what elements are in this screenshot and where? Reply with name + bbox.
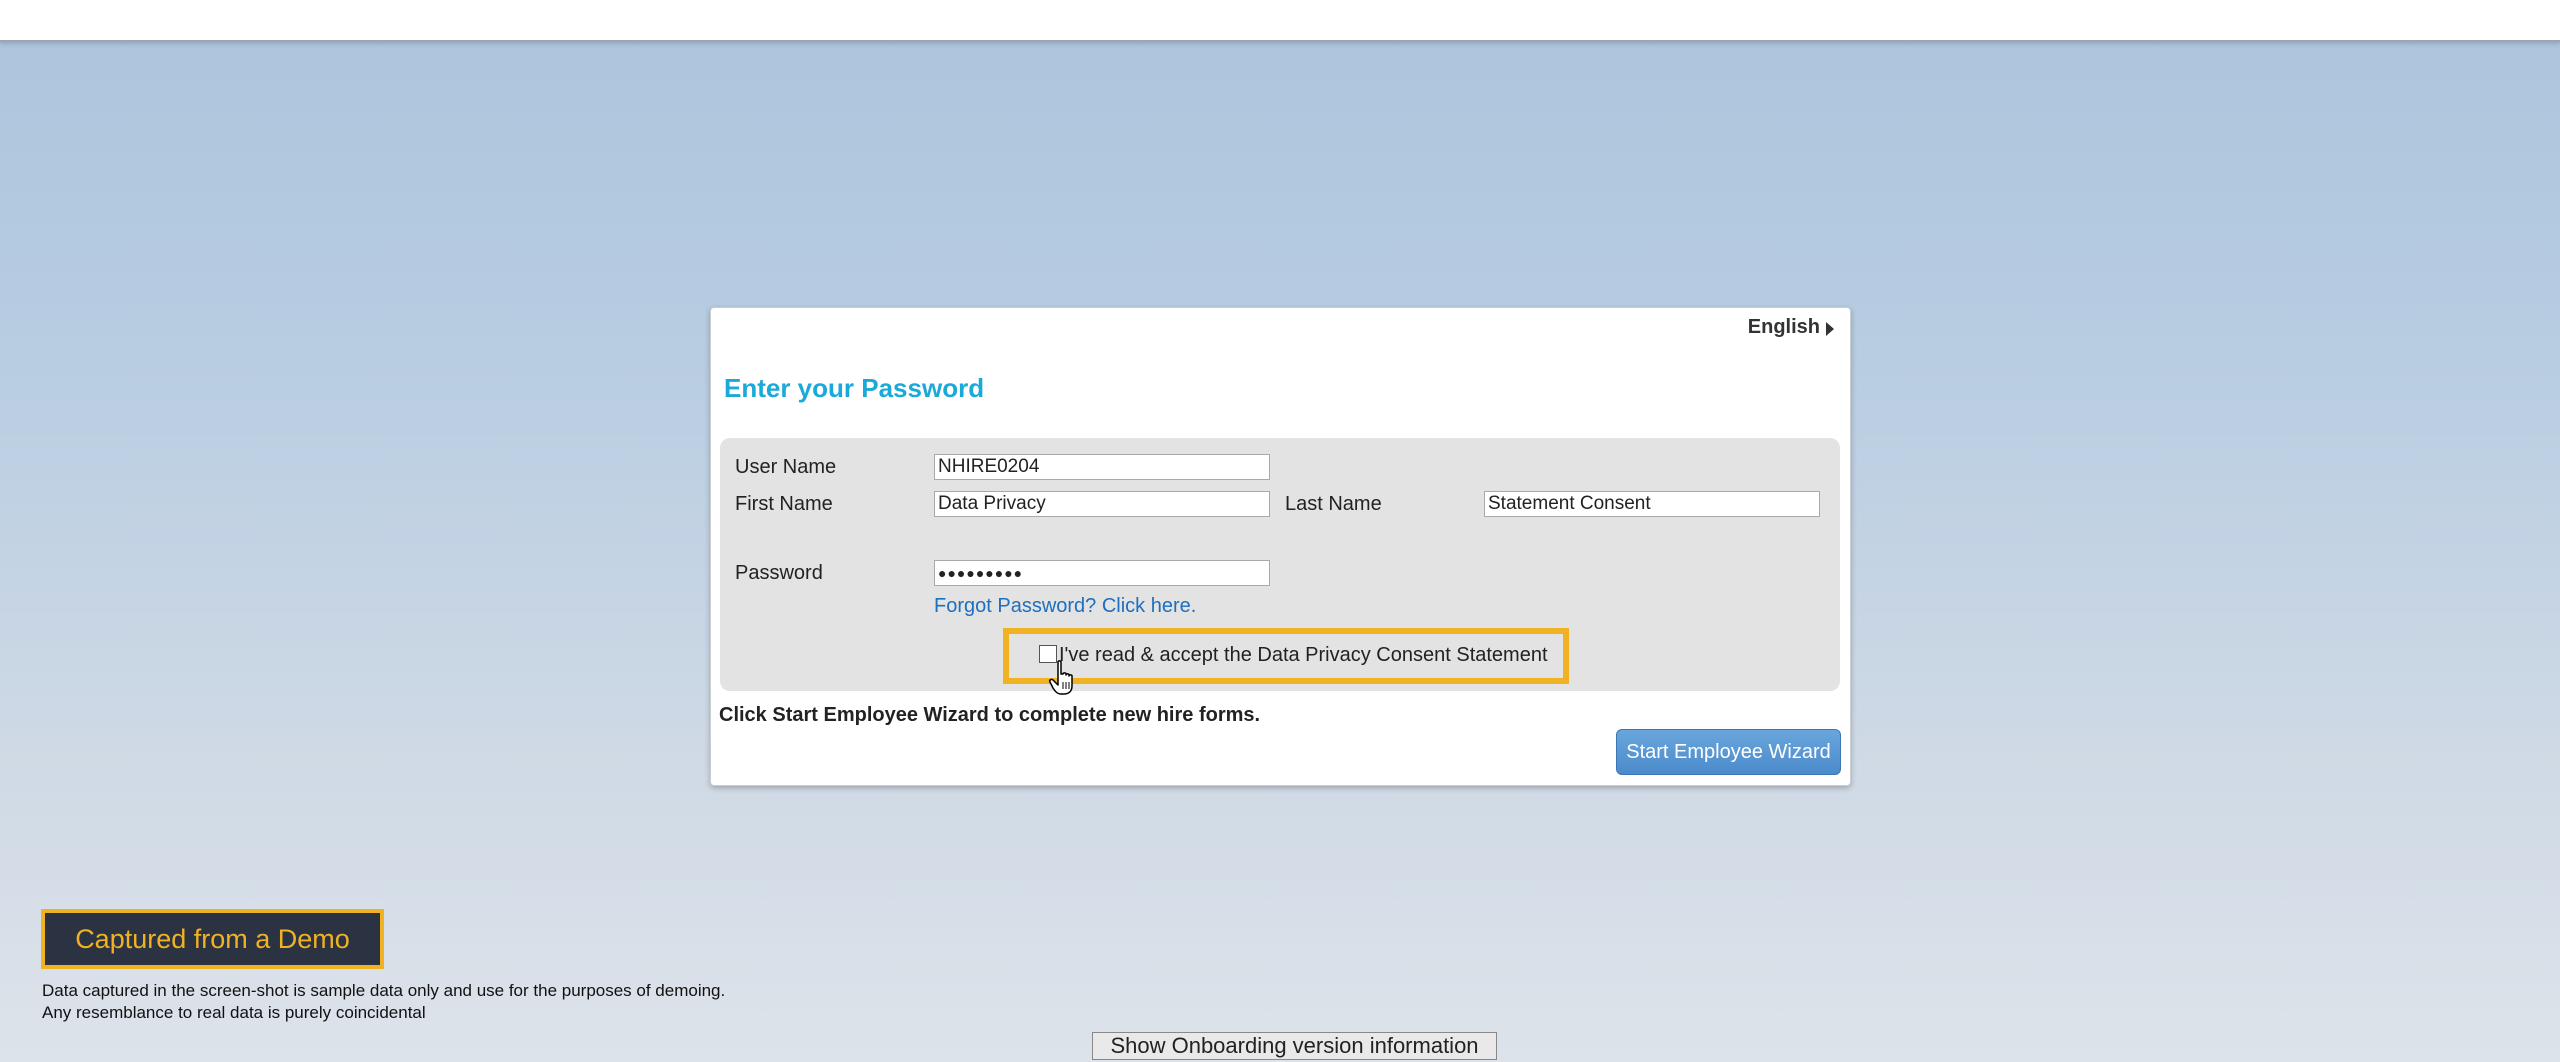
language-selector[interactable]: English bbox=[1748, 316, 1834, 339]
consent-highlight-box: I've read & accept the Data Privacy Cons… bbox=[1003, 628, 1569, 695]
start-employee-wizard-button[interactable]: Start Employee Wizard bbox=[1616, 729, 1841, 775]
disclaimer-line-2: Any resemblance to real data is purely c… bbox=[42, 1003, 426, 1022]
credentials-panel: User Name First Name Last Name Password … bbox=[720, 438, 1840, 695]
login-card: English Enter your Password User Name Fi… bbox=[710, 307, 1851, 786]
hand-pointer-icon bbox=[1049, 660, 1073, 695]
instruction-text: Click Start Employee Wizard to complete … bbox=[719, 704, 1261, 726]
last-name-field[interactable] bbox=[1484, 491, 1820, 517]
last-name-label: Last Name bbox=[1285, 493, 1382, 515]
username-label: User Name bbox=[735, 456, 837, 478]
top-header-bar bbox=[0, 0, 2560, 42]
consent-label[interactable]: I've read & accept the Data Privacy Cons… bbox=[1059, 644, 1548, 667]
first-name-field[interactable] bbox=[934, 491, 1270, 517]
page-title: Enter your Password bbox=[724, 373, 985, 403]
demo-badge: Captured from a Demo bbox=[41, 909, 384, 969]
show-version-info-button[interactable]: Show Onboarding version information bbox=[1092, 1032, 1497, 1060]
language-label: English bbox=[1747, 316, 1820, 338]
password-field[interactable] bbox=[934, 560, 1270, 586]
password-label: Password bbox=[735, 562, 823, 584]
username-field[interactable] bbox=[934, 454, 1270, 480]
disclaimer-line-1: Data captured in the screen-shot is samp… bbox=[42, 981, 726, 1000]
first-name-label: First Name bbox=[735, 493, 833, 515]
forgot-password-link[interactable]: Forgot Password? Click here. bbox=[934, 595, 1196, 618]
caret-right-icon bbox=[1826, 321, 1834, 336]
